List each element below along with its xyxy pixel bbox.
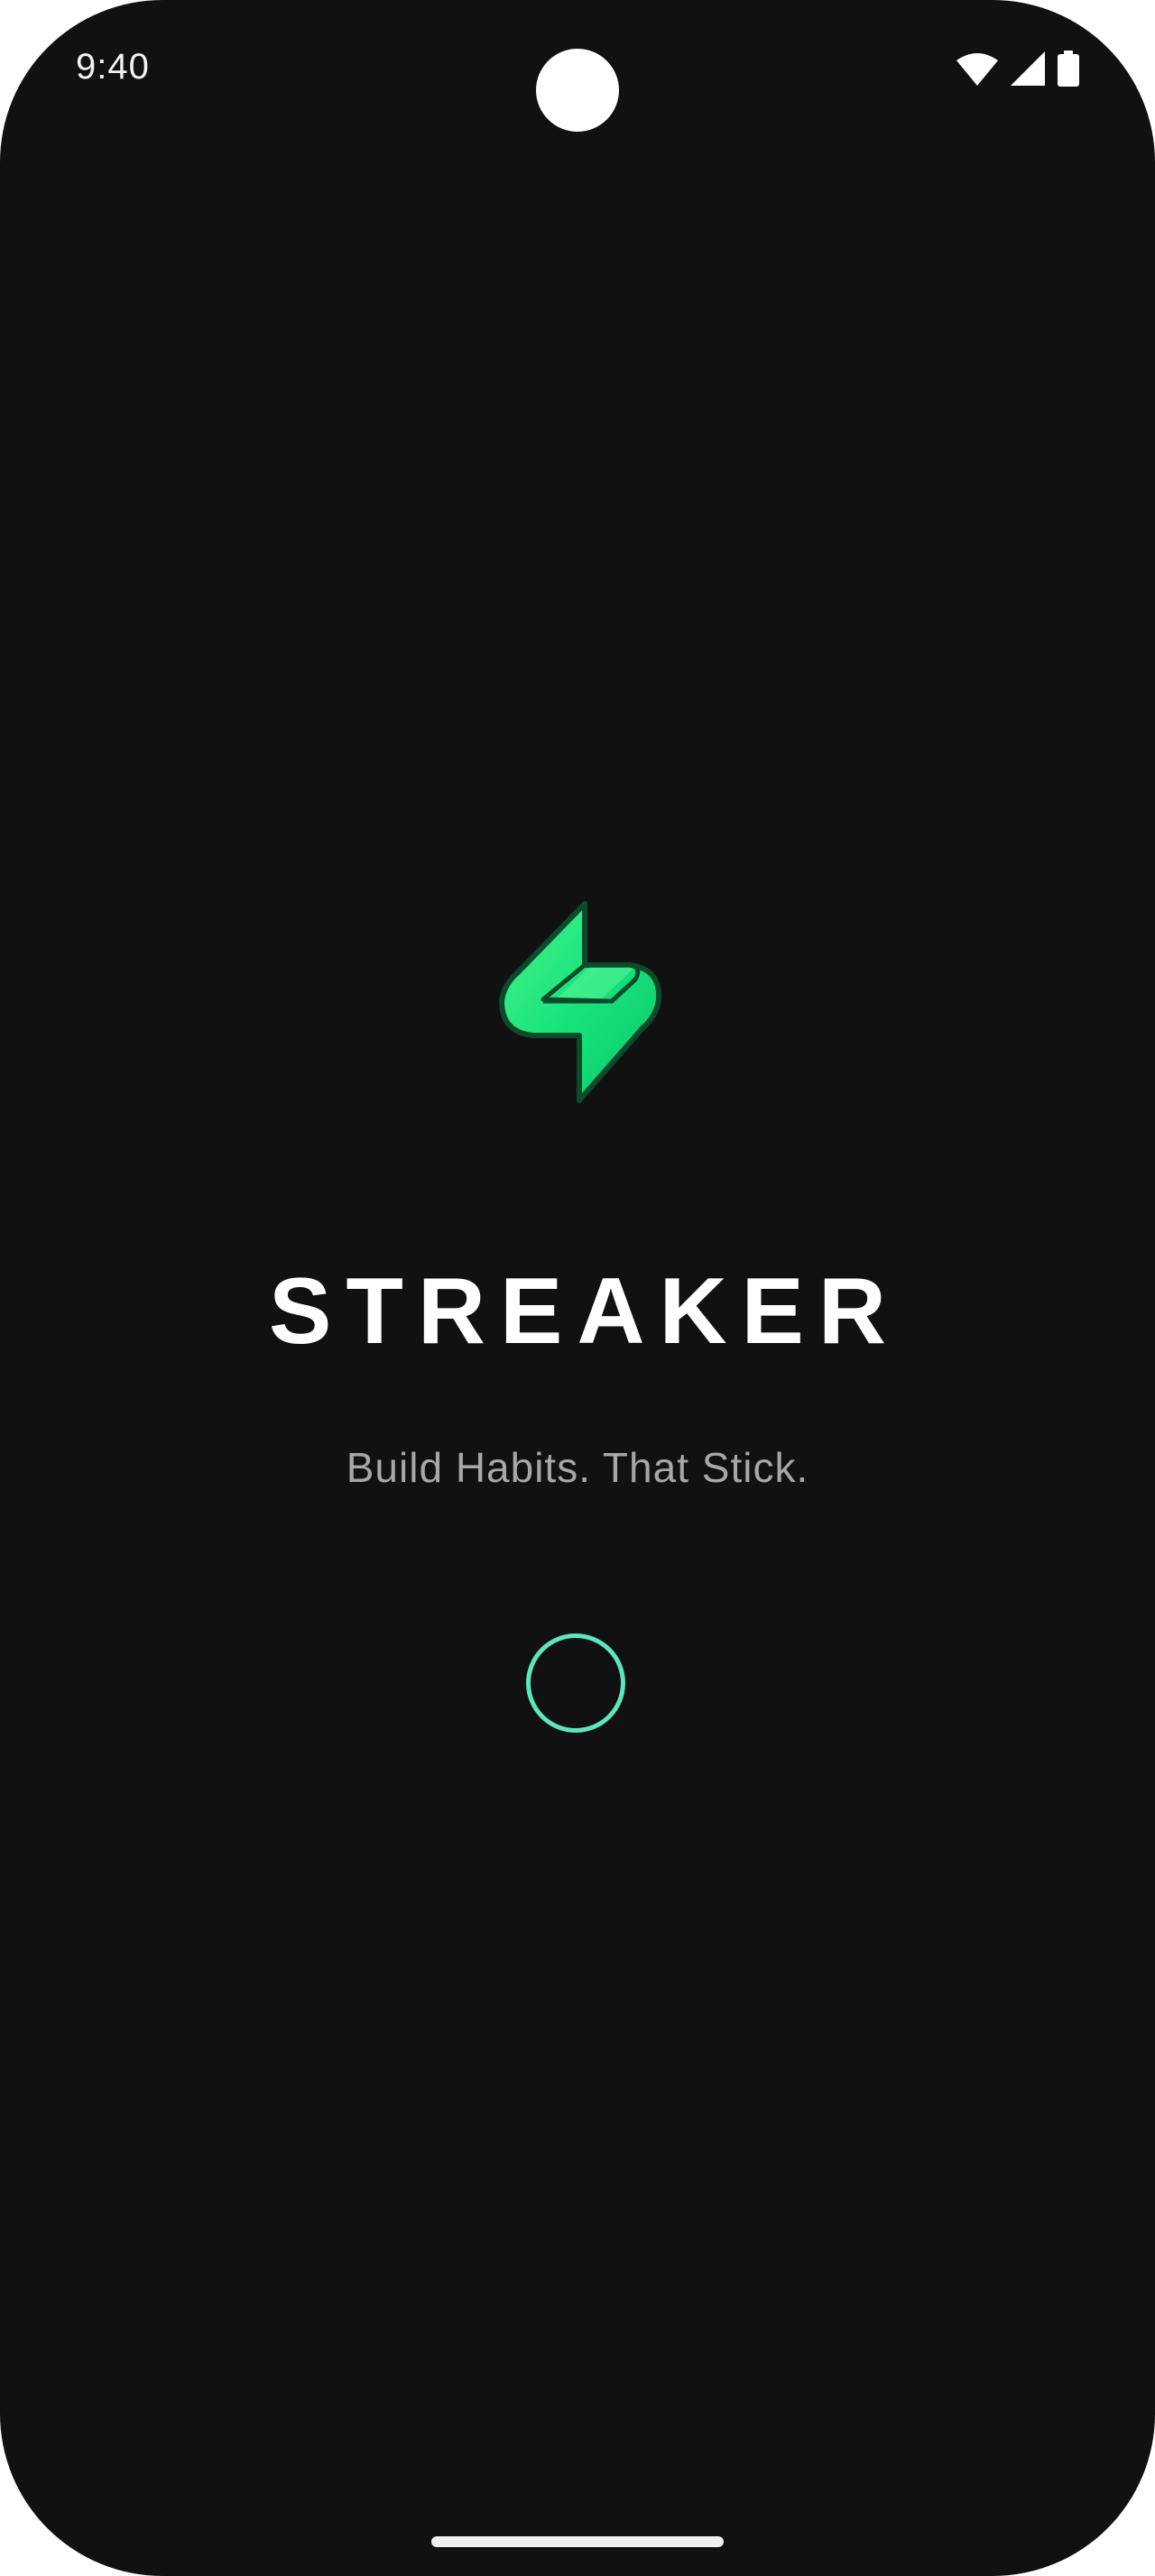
wifi-icon: [956, 51, 998, 86]
app-title: STREAKER: [268, 1259, 901, 1364]
camera-cutout: [536, 49, 619, 132]
cellular-signal-icon: [1011, 51, 1045, 86]
battery-icon: [1058, 51, 1079, 87]
splash-screen: 9:40 STREAKER Build Habits. That Stick.: [0, 0, 1155, 2576]
status-time: 9:40: [76, 47, 150, 87]
lightning-bolt-icon: [496, 900, 662, 1106]
loading-spinner: [526, 1633, 625, 1733]
status-icons: [956, 51, 1079, 87]
tagline: Build Habits. That Stick.: [346, 1444, 809, 1491]
home-indicator[interactable]: [431, 2536, 724, 2547]
